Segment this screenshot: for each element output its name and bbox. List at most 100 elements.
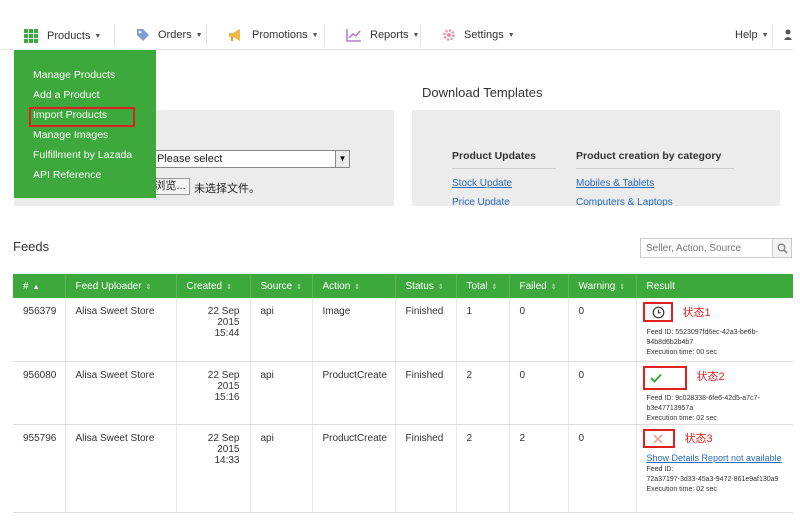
menu-item-manage-images[interactable]: Manage Images: [33, 129, 108, 141]
nav-help[interactable]: Help ▼: [725, 22, 779, 48]
highlight-box: [29, 107, 135, 127]
cell-action: ProductCreate: [312, 361, 396, 425]
search-button[interactable]: [772, 238, 792, 258]
sort-icon: ⇕: [550, 283, 557, 291]
caret-down-icon: ▼: [195, 31, 203, 39]
cell-total: 2: [456, 424, 510, 513]
cell-id: 956080: [13, 361, 66, 425]
nav-promotions[interactable]: Promotions ▼: [218, 22, 329, 48]
col-header-warning[interactable]: Warning ⇕: [568, 274, 637, 298]
caret-down-icon: ▼: [761, 31, 769, 39]
cell-uploader: Alisa Sweet Store: [65, 361, 177, 425]
mobiles-tablets-link[interactable]: Mobiles & Tablets: [576, 178, 654, 189]
sort-icon: ⇕: [145, 283, 152, 291]
created-date: 22 Sep 2015: [207, 306, 240, 328]
feed-id-label: Feed ID:: [646, 465, 674, 473]
status-highlight-box: [642, 302, 673, 322]
col-header-action[interactable]: Action ⇕: [312, 274, 396, 298]
details-report-link[interactable]: Show Details Report not available: [647, 452, 783, 464]
category-select-value: Please select: [157, 153, 223, 165]
nav-settings[interactable]: Settings ▼: [432, 22, 525, 48]
download-templates-title: Download Templates: [422, 85, 543, 100]
chart-icon: [346, 29, 361, 42]
feeds-table: # ▲ Feed Uploader ⇕ Created ⇕ Source ⇕ Actio…: [13, 274, 794, 513]
col-header-source[interactable]: Source ⇕: [250, 274, 313, 298]
status-highlight-box: [642, 428, 675, 448]
nav-divider: [114, 24, 115, 46]
product-creation-title: Product creation by category: [576, 150, 722, 162]
caret-down-icon: ▼: [507, 31, 515, 39]
col-header-id[interactable]: # ▲: [13, 274, 66, 298]
nav-orders[interactable]: Orders ▼: [126, 22, 213, 48]
cell-source: api: [250, 424, 313, 513]
menu-item-api-reference[interactable]: API Reference: [33, 169, 101, 181]
menu-item-add-product[interactable]: Add a Product: [33, 89, 100, 101]
sort-icon: ⇕: [619, 283, 626, 291]
nav-products-label: Products: [47, 30, 91, 42]
result-wrap: 状态1 Feed ID: 5523097fd6ec-42a3-be6b-94b8…: [642, 302, 783, 358]
nav-reports-label: Reports: [370, 29, 409, 41]
created-time: 15:44: [214, 328, 240, 339]
nav-divider: [206, 24, 207, 46]
stock-update-link[interactable]: Stock Update: [452, 178, 512, 189]
products-dropdown: Manage Products Add a Product Import Pro…: [14, 50, 156, 198]
select-arrow-icon: ▼: [335, 151, 349, 167]
menu-item-manage-products[interactable]: Manage Products: [33, 69, 115, 81]
table-row: 956080 Alisa Sweet Store 22 Sep 2015 15:1…: [13, 361, 794, 425]
gear-icon: [443, 29, 455, 41]
status-label: 状态3: [684, 432, 713, 445]
category-select[interactable]: Please select ▼: [152, 150, 350, 168]
status-label: 状态1: [682, 307, 711, 319]
divider: [452, 168, 556, 169]
cell-status: Finished: [395, 424, 457, 513]
tag-icon: [137, 29, 149, 41]
cell-result: 状态2 Feed ID: 9c028338-6fe6-42d5-a7c7-b3e…: [636, 361, 794, 425]
cell-failed: 0: [509, 361, 569, 425]
execution-time: Execution time: 02 sec: [646, 485, 717, 493]
cell-created: 22 Sep 2015 15:16: [176, 361, 251, 425]
table-header-row: # ▲ Feed Uploader ⇕ Created ⇕ Source ⇕ Actio…: [13, 274, 794, 298]
created-time: 14:33: [214, 454, 240, 466]
cell-source: api: [250, 298, 313, 362]
feed-id: 72a37197-3d33-45a3-9472-861e9af130a9: [646, 475, 779, 483]
caret-down-icon: ▼: [94, 32, 102, 40]
nav-divider: [324, 24, 325, 46]
col-header-uploader[interactable]: Feed Uploader ⇕: [65, 274, 177, 298]
result-wrap: 状态2 Feed ID: 9c028338-6fe6-42d5-a7c7-b3e…: [642, 365, 783, 424]
megaphone-icon: [229, 29, 240, 41]
status-highlight-box: [642, 365, 687, 390]
feeds-search-input[interactable]: [640, 238, 773, 258]
nav-reports[interactable]: Reports ▼: [336, 22, 429, 48]
cell-status: Finished: [395, 361, 457, 425]
sort-icon: ⇕: [491, 283, 498, 291]
menu-item-fulfillment[interactable]: Fulfillment by Lazada: [33, 149, 132, 161]
sort-icon: ⇕: [226, 283, 232, 291]
browse-button[interactable]: 浏览...: [150, 178, 190, 195]
cell-failed: 2: [509, 424, 569, 513]
section-gap: [0, 206, 800, 232]
col-header-created[interactable]: Created ⇕: [176, 274, 251, 298]
cell-status: Finished: [395, 298, 457, 362]
divider: [576, 168, 734, 169]
col-header-status[interactable]: Status ⇕: [395, 274, 457, 298]
result-wrap: 状态3 Show Details Report not available Fe…: [642, 428, 783, 495]
nav-divider: [772, 24, 773, 46]
cell-uploader: Alisa Sweet Store: [65, 298, 177, 362]
grid-icon: [24, 29, 38, 43]
cell-created: 22 Sep 2015 15:44: [176, 298, 251, 362]
created-date: 22 Sep 2015: [207, 432, 240, 455]
execution-time: Execution time: 02 sec: [646, 414, 717, 422]
clock-icon: [652, 306, 664, 319]
cell-warning: 0: [568, 424, 637, 513]
product-updates-title: Product Updates: [452, 150, 537, 162]
file-status: 未选择文件。: [194, 183, 260, 195]
col-header-failed[interactable]: Failed ⇕: [509, 274, 569, 298]
status-label: 状态2: [696, 370, 725, 383]
feeds-title: Feeds: [13, 239, 50, 254]
cell-failed: 0: [509, 298, 569, 362]
cell-total: 2: [456, 361, 510, 425]
col-header-total[interactable]: Total ⇕: [456, 274, 510, 298]
cell-total: 1: [456, 298, 510, 362]
check-icon: [649, 373, 662, 383]
cross-icon: [652, 433, 663, 444]
